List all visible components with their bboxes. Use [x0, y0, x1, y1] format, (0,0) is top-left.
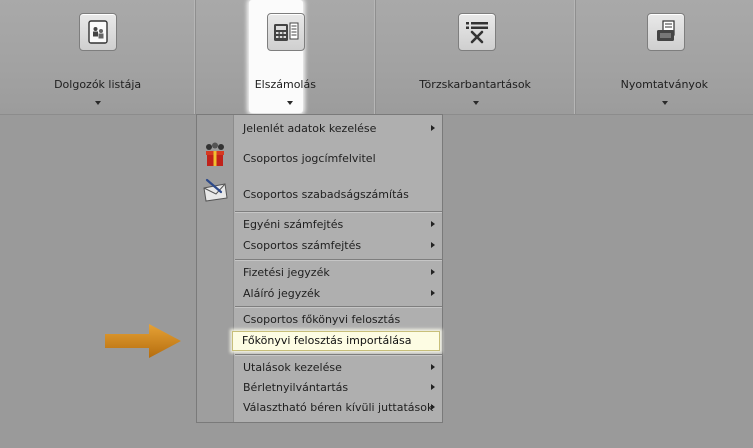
- menu-item-label: Választható béren kívüli juttatások: [243, 401, 434, 414]
- menu-item-label: Bérletnyilvántartás: [243, 381, 349, 394]
- payroll-dropdown-menu: Jelenlét adatok kezelése Csoportos jogcí…: [196, 114, 443, 423]
- toolbar-button-payroll[interactable]: Elszámolás: [196, 0, 376, 114]
- menu-separator: [235, 306, 442, 308]
- menu-item-signature-list[interactable]: Aláíró jegyzék: [233, 284, 442, 304]
- menu-item-label: Csoportos jogcímfelvitel: [243, 152, 376, 165]
- toolbar-label-forms: Nyomtatványok: [620, 78, 709, 91]
- toolbar-button-employees[interactable]: Dolgozók listája: [0, 0, 197, 114]
- menu-separator: [235, 354, 442, 356]
- menu-item-label: Utalások kezelése: [243, 361, 342, 374]
- chevron-down-icon[interactable]: [661, 101, 668, 105]
- toolbar-button-forms[interactable]: Nyomtatványok: [576, 0, 753, 114]
- toolbar-label-master-data: Törzskarbantartások: [419, 78, 531, 91]
- list-tools-icon: [457, 13, 496, 51]
- chevron-down-icon[interactable]: [472, 101, 479, 105]
- menu-separator: [235, 211, 442, 213]
- menu-item-group-title-entry[interactable]: Csoportos jogcímfelvitel: [233, 148, 442, 170]
- toolbar-label-employees: Dolgozók listája: [54, 78, 142, 91]
- menu-item-label: Jelenlét adatok kezelése: [243, 122, 377, 135]
- menu-item-fringe-benefits[interactable]: Választható béren kívüli juttatások: [233, 398, 442, 418]
- menu-item-label: Fizetési jegyzék: [243, 266, 330, 279]
- menu-item-attendance[interactable]: Jelenlét adatok kezelése: [233, 119, 442, 139]
- menu-item-pass-registry[interactable]: Bérletnyilvántartás: [233, 378, 442, 398]
- submenu-arrow-icon: [431, 384, 435, 390]
- submenu-arrow-icon: [431, 242, 435, 248]
- menu-item-group-ledger-split[interactable]: Csoportos főkönyvi felosztás: [233, 310, 442, 330]
- submenu-arrow-icon: [431, 404, 435, 410]
- toolbar-button-master-data[interactable]: Törzskarbantartások: [376, 0, 576, 114]
- menu-item-individual-payroll[interactable]: Egyéni számfejtés: [233, 215, 442, 235]
- gift-people-icon: [206, 142, 224, 166]
- menu-item-label: Egyéni számfejtés: [243, 218, 344, 231]
- submenu-arrow-icon: [431, 364, 435, 370]
- menu-item-label: Csoportos szabadságszámítás: [243, 188, 409, 201]
- menu-item-ledger-split-import[interactable]: Főkönyvi felosztás importálása: [232, 331, 440, 351]
- submenu-arrow-icon: [431, 290, 435, 296]
- envelope-pen-icon: [203, 178, 228, 202]
- chevron-down-icon[interactable]: [287, 101, 294, 105]
- calculator-document-icon: [267, 13, 306, 51]
- menu-item-transfers[interactable]: Utalások kezelése: [233, 358, 442, 378]
- print-forms-icon: [646, 13, 685, 51]
- submenu-arrow-icon: [431, 269, 435, 275]
- submenu-arrow-icon: [431, 221, 435, 227]
- menu-item-label: Csoportos számfejtés: [243, 239, 362, 252]
- pointer-arrow-icon: [105, 324, 181, 358]
- menu-item-label: Főkönyvi felosztás importálása: [242, 334, 412, 347]
- menu-item-label: Aláíró jegyzék: [243, 287, 321, 300]
- menu-item-group-leave-calc[interactable]: Csoportos szabadságszámítás: [233, 185, 442, 205]
- submenu-arrow-icon: [431, 125, 435, 131]
- ribbon-toolbar: Dolgozók listája Elszámolás Törzskarbant…: [0, 0, 753, 115]
- employees-list-icon: [79, 13, 117, 51]
- menu-item-label: Csoportos főkönyvi felosztás: [243, 313, 401, 326]
- menu-separator: [235, 259, 442, 261]
- menu-item-payslip[interactable]: Fizetési jegyzék: [233, 263, 442, 283]
- chevron-down-icon[interactable]: [95, 101, 101, 105]
- toolbar-label-payroll: Elszámolás: [254, 78, 316, 91]
- menu-item-group-payroll[interactable]: Csoportos számfejtés: [233, 236, 442, 256]
